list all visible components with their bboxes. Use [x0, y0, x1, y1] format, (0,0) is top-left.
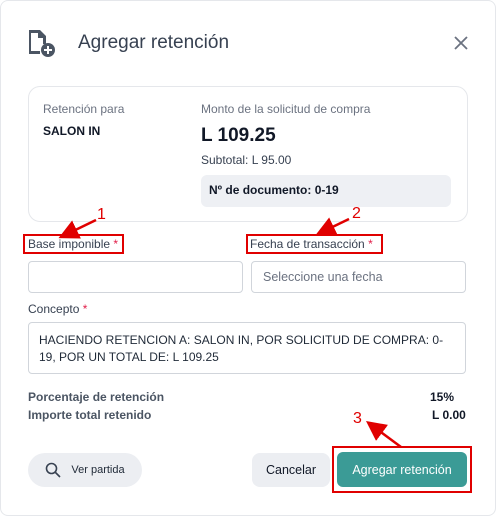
- annotation-arrow-2: [315, 217, 350, 236]
- annotation-arrows: [58, 217, 402, 449]
- annotation-number-1: 1: [97, 206, 106, 223]
- annotation-arrow-1: [58, 218, 97, 239]
- annotation-number-3: 3: [353, 410, 362, 427]
- annotation-number-2: 2: [352, 205, 361, 222]
- annotation-arrow-3: [365, 421, 402, 449]
